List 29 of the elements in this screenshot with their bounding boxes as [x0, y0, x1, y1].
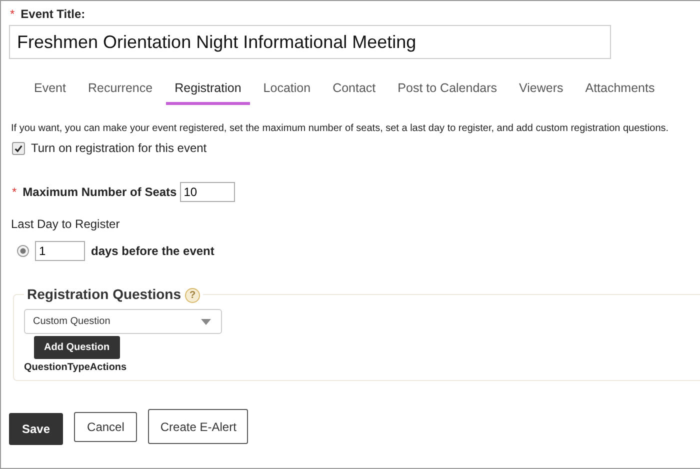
seats-label: Maximum Number of Seats [22, 185, 177, 199]
radio-button[interactable] [17, 245, 29, 257]
tab[interactable]: Post to Calendars [388, 76, 506, 105]
questions-heading: Registration Questions [27, 286, 182, 302]
tab[interactable]: Registration [166, 76, 250, 105]
days-label: days before the event [91, 244, 214, 258]
tab[interactable]: Event [25, 76, 75, 105]
caret-icon [201, 318, 211, 324]
seats-field[interactable]: 10 [180, 182, 235, 202]
required-mark: * [12, 185, 17, 199]
question-type-dropdown[interactable]: Custom Question [24, 309, 222, 334]
actions-label: QuestionTypeActions [24, 362, 128, 373]
tab[interactable]: Viewers [510, 76, 572, 105]
last-day-label: Last Day to Register [10, 217, 121, 231]
days-field[interactable]: 1 [35, 241, 85, 261]
tab[interactable]: Recurrence [78, 76, 162, 105]
intro-text: If you want, you can make your event registered, set the maximum number of seats, set a last day to register, and add custom registration questions. [11, 123, 670, 134]
action-button[interactable]: Save [9, 413, 64, 445]
action-button[interactable]: Cancel [74, 412, 138, 442]
action-button[interactable]: Create E-Alert [148, 409, 248, 444]
checkbox[interactable] [12, 142, 25, 154]
tab[interactable]: Attachments [576, 76, 664, 105]
event-title-label: Event Title: [20, 7, 86, 21]
required-mark: * [10, 7, 15, 21]
tab[interactable]: Location [254, 76, 320, 105]
add-question-button[interactable]: Add Question [34, 336, 120, 359]
checkbox-label: Turn on registration for this event [31, 141, 207, 155]
event-title-field[interactable]: Freshmen Orientation Night Informational Meeting [9, 25, 611, 59]
tab[interactable]: Contact [324, 76, 385, 105]
